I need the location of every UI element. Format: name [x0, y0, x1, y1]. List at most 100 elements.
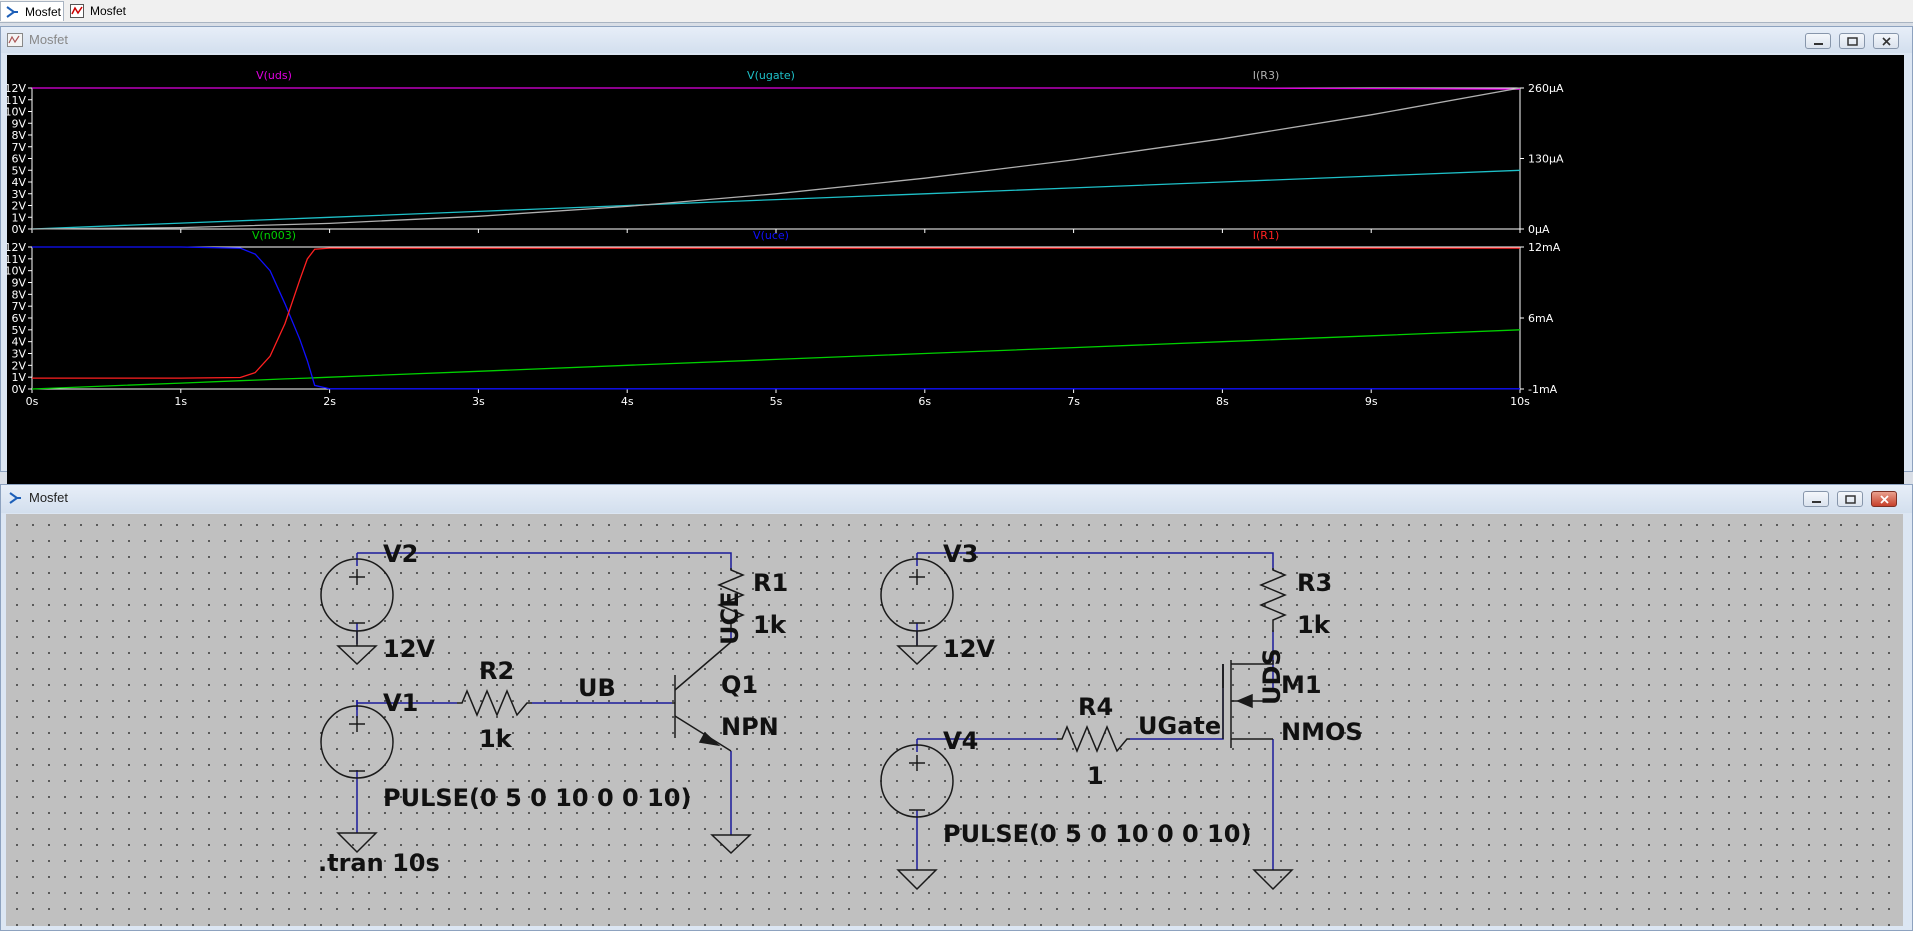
r2-name[interactable]: R2	[479, 657, 514, 685]
document-tab-bar: Mosfet Mosfet	[0, 0, 1913, 23]
y-tick-label: 12V	[7, 241, 26, 254]
schematic-drawing[interactable]: V2 12V R1 1k UCE V1 PULSE(0 5 0 10 0 0 1…	[6, 514, 1903, 926]
y-tick-label: 12V	[7, 82, 26, 95]
plot-pane-frame	[31, 87, 1521, 230]
q1-value[interactable]: NPN	[721, 713, 779, 741]
y2-tick-label: 260µA	[1528, 82, 1564, 95]
r2-value[interactable]: 1k	[479, 725, 513, 753]
x-tick-label: 10s	[1510, 395, 1530, 408]
tab-label: Mosfet	[90, 4, 127, 18]
close-button[interactable]	[1873, 33, 1899, 49]
trace-i-r3[interactable]	[31, 87, 1521, 230]
r4-value[interactable]: 1	[1087, 762, 1104, 790]
y-tick-label: 3V	[11, 348, 26, 361]
y-tick-label: 10V	[7, 106, 26, 119]
voltage-source-v3[interactable]	[880, 558, 954, 632]
y-tick-label: 4V	[11, 336, 26, 349]
m1-value[interactable]: NMOS	[1281, 718, 1363, 746]
y-tick-label: 9V	[11, 277, 26, 290]
r3-name[interactable]: R3	[1297, 569, 1332, 597]
trace-label[interactable]: I(R3)	[1253, 69, 1279, 82]
trace-label[interactable]: V(n003)	[252, 229, 296, 242]
x-tick-label: 3s	[472, 395, 485, 408]
resistor-r3[interactable]	[1259, 568, 1287, 632]
x-tick-label: 9s	[1365, 395, 1378, 408]
y-tick-label: 7V	[11, 141, 26, 154]
waveform-icon	[7, 33, 23, 47]
trace-v-ugate[interactable]	[31, 169, 1521, 230]
waveform-icon	[70, 4, 84, 18]
tab-schematic[interactable]: Mosfet	[0, 1, 64, 21]
x-tick-label: 5s	[770, 395, 783, 408]
waveform-plot-area[interactable]: 0V 1V 2V 3V 4V 5V 6V 7V 8V 9V 10V 11V 12V 0µA 130µA 260…	[4, 55, 1904, 489]
minimize-button[interactable]	[1803, 491, 1829, 507]
trace-label[interactable]: V(uds)	[256, 69, 292, 82]
waveform-window-titlebar[interactable]: Mosfet	[1, 27, 1912, 53]
window-title: Mosfet	[29, 490, 69, 505]
waveform-window: Mosfet 0V 1V 2V 3V 4V 5V 6V 7V 8V 9V 10V 11V 12V 0µA 1…	[0, 26, 1913, 489]
y-tick-label: 4V	[11, 176, 26, 189]
trace-label[interactable]: I(R1)	[1253, 229, 1279, 242]
x-tick-label: 0s	[26, 395, 39, 408]
v2-name[interactable]: V2	[383, 540, 418, 568]
q1-name[interactable]: Q1	[721, 671, 758, 699]
schematic-window-titlebar[interactable]: Mosfet	[1, 485, 1912, 513]
y2-tick-label: 6mA	[1528, 312, 1554, 325]
schematic-icon	[9, 492, 21, 504]
y-tick-label: 6V	[11, 312, 26, 325]
trace-v-uce[interactable]	[32, 246, 1520, 390]
trace-label[interactable]: V(uce)	[753, 229, 789, 242]
restore-icon	[1845, 495, 1856, 504]
v4-value[interactable]: PULSE(0 5 0 10 0 0 10)	[943, 820, 1251, 848]
y-tick-label: 2V	[11, 359, 26, 372]
r4-name[interactable]: R4	[1078, 693, 1113, 721]
close-button[interactable]	[1871, 491, 1897, 507]
r3-value[interactable]: 1k	[1297, 611, 1331, 639]
minimize-button[interactable]	[1805, 33, 1831, 49]
x-tick-label: 1s	[174, 395, 187, 408]
v1-name[interactable]: V1	[383, 689, 418, 717]
y-tick-label: 9V	[11, 117, 26, 130]
schematic-icon	[6, 6, 18, 18]
schematic-canvas[interactable]: V2 12V R1 1k UCE V1 PULSE(0 5 0 10 0 0 1…	[6, 514, 1903, 926]
minimize-icon	[1814, 43, 1823, 45]
y-tick-label: 11V	[7, 253, 26, 266]
r1-name[interactable]: R1	[753, 569, 788, 597]
v4-name[interactable]: V4	[943, 727, 978, 755]
ub-net-label[interactable]: UB	[578, 674, 616, 702]
x-tick-label: 2s	[323, 395, 336, 408]
x-tick-label: 4s	[621, 395, 634, 408]
y-tick-label: 1V	[11, 371, 26, 384]
uce-net-label[interactable]: UCE	[716, 592, 744, 646]
v1-value[interactable]: PULSE(0 5 0 10 0 0 10)	[383, 784, 691, 812]
ugate-net-label[interactable]: UGate	[1138, 712, 1221, 740]
trace-v-uds[interactable]	[32, 87, 1521, 90]
resistor-r4[interactable]	[1057, 725, 1130, 753]
ground-icon	[710, 834, 752, 855]
window-title: Mosfet	[29, 32, 69, 47]
y-tick-label: 2V	[11, 200, 26, 213]
tran-directive[interactable]: .tran 10s	[318, 849, 440, 877]
v3-value[interactable]: 12V	[943, 635, 995, 663]
r1-value[interactable]: 1k	[753, 611, 787, 639]
trace-i-r1[interactable]	[32, 247, 1520, 379]
trace-v-n003[interactable]	[31, 329, 1521, 390]
y-tick-label: 0V	[11, 383, 26, 396]
voltage-source-v2[interactable]	[320, 558, 394, 632]
v3-name[interactable]: V3	[943, 540, 978, 568]
trace-label[interactable]: V(ugate)	[747, 69, 795, 82]
tab-waveform[interactable]: Mosfet	[66, 1, 128, 21]
y-tick-label: 3V	[11, 188, 26, 201]
voltage-source-v4[interactable]	[880, 744, 954, 818]
ground-icon	[336, 631, 378, 666]
m1-name[interactable]: M1	[1281, 671, 1322, 699]
close-icon	[1880, 495, 1889, 504]
restore-button[interactable]	[1837, 491, 1863, 507]
waveform-plot[interactable]: 0V1V2V3V4V5V6V7V8V9V10V11V12V0µA130µA260…	[4, 55, 1904, 489]
restore-button[interactable]	[1839, 33, 1865, 49]
v2-value[interactable]: 12V	[383, 635, 435, 663]
y-tick-label: 8V	[11, 129, 26, 142]
resistor-r2[interactable]	[457, 689, 532, 717]
y-tick-label: 7V	[11, 300, 26, 313]
y-tick-label: 10V	[7, 265, 26, 278]
